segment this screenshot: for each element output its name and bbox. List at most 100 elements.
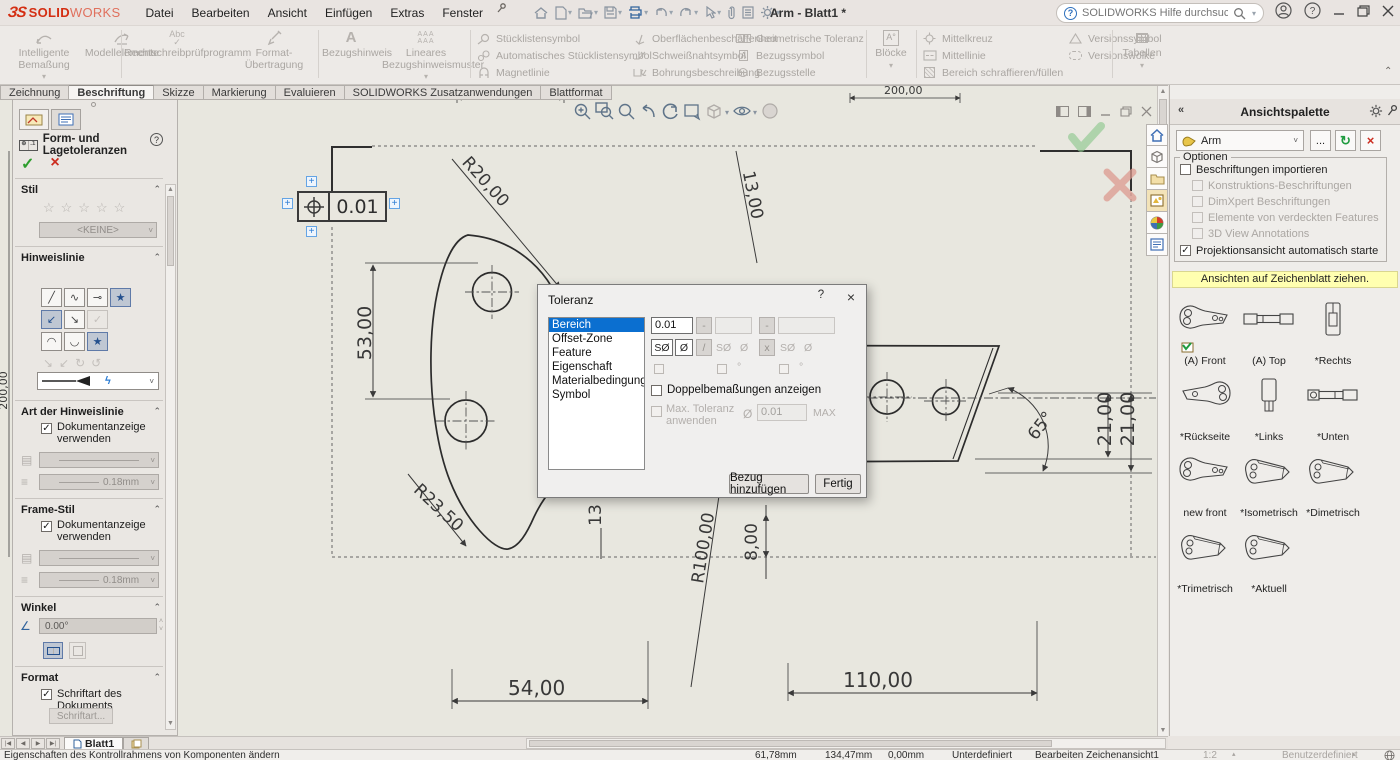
redo-icon[interactable]: ▾ [676,5,701,21]
property-manager-tab[interactable] [19,109,49,130]
minimize-doc-icon[interactable] [1100,106,1111,117]
art-thickness-dropdown[interactable]: 0.18mm˅ [39,474,159,490]
dim-left-200[interactable]: 200,00 [0,371,10,410]
tab-zeichnung[interactable]: Zeichnung [0,85,69,100]
geometric-tolerance-button[interactable]: ⊕.1Geometrische Toleranz [736,32,864,45]
bent-leader-button[interactable]: ◡ [64,332,85,351]
pane-right-icon[interactable] [1078,106,1091,117]
tab-blattformat[interactable]: Blattformat [541,85,611,100]
multi-jog-leader-button[interactable]: ∿ [64,288,85,307]
home-icon[interactable] [530,4,552,22]
add-datum-button[interactable]: Bezug hinzufügen [729,474,809,494]
attachments-icon[interactable] [724,4,739,22]
frame-toggle-button[interactable] [43,642,63,659]
units-globe-icon[interactable] [1384,750,1395,760]
new-document-icon[interactable]: ▾ [552,4,575,22]
minimize-button[interactable] [1333,5,1345,17]
dim-54[interactable]: 54,00 [508,676,565,700]
tab-evaluieren[interactable]: Evaluieren [276,85,345,100]
slash-button[interactable]: / [696,339,712,356]
pm-help-icon[interactable]: ? [150,133,163,146]
menu-pin-icon[interactable] [496,2,508,24]
art-doc-display-checkbox[interactable]: ✓ [41,423,52,434]
print-icon[interactable]: ▾ [625,4,651,21]
leader-nearest-button[interactable]: ✓ [87,310,108,329]
view-thumb-isometrisch[interactable]: *Isometrisch [1237,447,1301,523]
art-line-style-dropdown[interactable]: ˅ [39,452,159,468]
last-sheet-button[interactable]: ▶| [46,738,60,749]
menu-einfuegen[interactable]: Einfügen [316,2,381,24]
cancel-button[interactable]: × [50,154,59,174]
centerline-button[interactable]: Mittellinie [922,49,986,62]
no-leader-button[interactable]: ⊸ [87,288,108,307]
appearance-sphere-icon[interactable] [761,102,780,121]
tab-appearances[interactable] [1146,212,1168,234]
pm-scrollbar[interactable]: ▲ ▼ [165,184,176,730]
dash-button-1[interactable]: - [696,317,712,334]
checkbox-hidden-feature-items[interactable]: Elemente von verdeckten Features [1192,212,1379,224]
tab-file-explorer[interactable] [1146,168,1168,190]
undo-icon[interactable]: ▾ [651,5,676,21]
dim-21a[interactable]: 21,00 [1094,392,1116,446]
weld-symbol-button[interactable]: Schweißnahtsymbol [632,49,746,62]
zoom-icon[interactable] [617,102,636,121]
max-tolerance-input[interactable]: 0.01 [757,404,807,421]
datum-target-button[interactable]: Bezugsstelle [736,66,816,79]
dialog-help-button[interactable]: ? [813,289,829,301]
panel-resize-handle[interactable] [91,102,96,107]
dim-53[interactable]: 53,00 [354,306,376,360]
add-sheet-tab[interactable] [123,737,149,750]
frame-toggle-button-2[interactable] [69,642,86,659]
confirm-check-icon[interactable] [1072,126,1101,148]
sheet-properties-icon[interactable] [683,102,702,121]
feature-control-frame[interactable]: 0.01 [297,191,387,222]
menu-datei[interactable]: Datei [137,2,183,24]
phi-button-1[interactable]: Ø [675,339,693,356]
previous-view-icon[interactable] [639,102,658,121]
tab-markierung[interactable]: Markierung [204,85,276,100]
leader-left-button[interactable]: ↙ [41,310,62,329]
checkbox-dimxpert-annotations[interactable]: DimXpert Beschriftungen [1192,196,1330,208]
checkbox-3d-view-annotations[interactable]: 3D View Annotations [1192,228,1309,240]
center-mark-button[interactable]: Mittelkreuz [922,32,993,45]
close-doc-icon[interactable] [1141,106,1152,117]
view-thumb-aktuell[interactable]: *Aktuell [1237,523,1301,599]
status-scale[interactable]: 1:2 [1203,750,1217,760]
dim-top-200[interactable]: 200,00 [884,84,923,97]
arrow-style-dropdown[interactable]: ϟ ˅ [37,372,159,390]
view-thumb-dimetrisch[interactable]: *Dimetrisch [1301,447,1365,523]
display-style-icon[interactable]: ▾ [705,102,729,121]
tolerance-value-input[interactable]: 0.01 [651,317,693,334]
auto-leader-button[interactable]: ★ [110,288,131,307]
menu-ansicht[interactable]: Ansicht [259,2,316,24]
format-painter-button[interactable]: Format-Übertragung [232,28,316,82]
done-button[interactable]: Fertig [815,474,861,494]
close-button[interactable] [1382,5,1394,17]
search-input[interactable] [1082,7,1228,19]
refresh-button[interactable]: ↻ [1335,130,1356,151]
first-sheet-button[interactable]: |◀ [1,738,15,749]
open-document-icon[interactable]: ▾ [575,4,601,21]
leader-button[interactable]: ╱ [41,288,62,307]
option-checkbox-2[interactable] [717,364,727,374]
tab-skizze[interactable]: Skizze [154,85,203,100]
view-thumb-links[interactable]: *Links [1237,371,1301,447]
leader-right-button[interactable]: ↘ [64,310,85,329]
option-checkbox-3[interactable] [779,364,789,374]
max-tolerance-checkbox[interactable] [651,406,662,417]
zoom-area-icon[interactable] [595,102,614,121]
fcf-handle-right[interactable]: + [389,198,400,209]
pin-pane-icon[interactable] [1387,104,1399,120]
help-icon[interactable]: ? [1304,2,1321,19]
tab-beschriftung[interactable]: Beschriftung [69,85,154,100]
document-dropdown[interactable]: Arm ˅ [1176,130,1304,151]
sheet-tab-blatt1[interactable]: Blatt1 [64,737,123,750]
tab-view-palette[interactable] [1146,190,1168,212]
font-button[interactable]: Schriftart... [49,708,113,724]
save-icon[interactable]: ▾ [601,4,625,21]
fcf-handle-left[interactable]: + [282,198,293,209]
browse-button[interactable]: ... [1310,130,1331,151]
select-cursor-icon[interactable]: ▾ [701,4,724,21]
magnetic-line-button[interactable]: Magnetlinie [476,66,550,79]
help-search-box[interactable]: ? ▾ [1056,3,1264,23]
